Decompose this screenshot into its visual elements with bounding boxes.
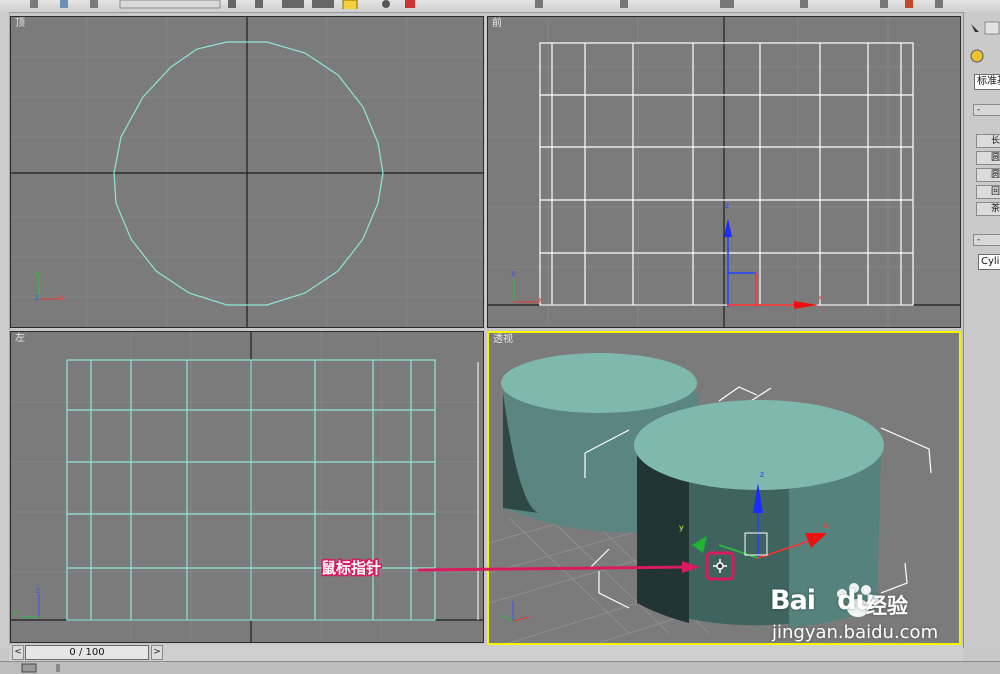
select-object-icon[interactable] [255, 0, 263, 8]
persp-gizmo-y-label: y [679, 523, 684, 532]
status-bar-icons [21, 663, 60, 673]
persp-gizmo-x-label: x [823, 521, 828, 530]
left-axis-tripod [21, 594, 40, 618]
front-view-canvas [488, 17, 960, 327]
command-panel: 标准基 - 长 圆 圆 回 茶 - Cylir [963, 12, 1000, 648]
top-axis-z-label: z [35, 293, 40, 302]
front-axis-tripod [513, 279, 540, 303]
name-color-rollout[interactable]: - [973, 234, 1000, 246]
viewport-front[interactable]: 前 z x z x [487, 16, 961, 328]
unlink-icon[interactable] [90, 0, 98, 8]
time-slider[interactable]: 0 / 100 [25, 645, 149, 660]
object-name-field[interactable]: Cylir [978, 254, 1000, 270]
front-gizmo-x-label: x [818, 293, 823, 302]
viewport-left[interactable]: 左 z y [10, 331, 484, 643]
viewport-label-perspective[interactable]: 透视 [493, 334, 513, 346]
left-axis-y-label: y [13, 608, 18, 617]
toolbar-icons [30, 0, 943, 9]
scale-tool-icon[interactable] [405, 0, 415, 8]
watermark-brand: Bai du [770, 585, 875, 616]
mouse-pointer-callout: 鼠标指针 [321, 559, 382, 577]
annotation-arrow [417, 561, 700, 573]
curve-editor-icon[interactable] [800, 0, 808, 8]
front-gizmo-z-label: z [725, 201, 730, 210]
mirror-icon[interactable] [535, 0, 543, 8]
top-axis-y-label: y [35, 269, 40, 278]
select-tool-icon[interactable] [30, 0, 38, 8]
front-axis-x-label: x [538, 295, 543, 304]
object-type-button-2[interactable]: 圆 [976, 151, 1000, 165]
top-view-canvas [11, 17, 483, 327]
viewport-label-left[interactable]: 左 [15, 333, 25, 345]
object-type-dropdown[interactable]: 标准基 [974, 74, 1000, 90]
rotate-tool-icon[interactable] [382, 0, 390, 8]
top-axis-x-label: x [59, 293, 64, 302]
left-cylinder-wireframe[interactable] [66, 359, 436, 621]
create-tab-icon[interactable] [967, 20, 1000, 36]
align-icon[interactable] [620, 0, 628, 8]
front-axis-z-label: z [511, 269, 516, 278]
time-next-button[interactable]: > [151, 645, 163, 660]
front-cylinder-wireframe[interactable] [539, 42, 914, 306]
region-select-icon[interactable] [282, 0, 304, 8]
selection-filter-dropdown[interactable] [119, 0, 221, 9]
link-icon[interactable] [60, 0, 68, 8]
front-move-gizmo[interactable] [724, 219, 818, 309]
left-view-canvas [11, 332, 483, 642]
object-type-button-1[interactable]: 长 [976, 134, 1000, 148]
top-axis-tripod [38, 275, 59, 300]
quick-render-icon[interactable] [935, 0, 943, 8]
time-prev-button[interactable]: < [12, 645, 24, 660]
geometry-category-icon[interactable] [967, 48, 1000, 64]
persp-gizmo-z-label: z [760, 470, 765, 479]
viewport-label-front[interactable]: 前 [492, 18, 502, 30]
object-type-button-5[interactable]: 茶 [976, 202, 1000, 216]
cursor-icon[interactable] [228, 0, 236, 8]
window-crossing-icon[interactable] [312, 0, 334, 8]
named-selection-icon[interactable] [720, 0, 734, 8]
status-bar [0, 661, 1000, 674]
viewport-label-top[interactable]: 顶 [15, 18, 25, 30]
object-type-rollout[interactable]: - [973, 104, 1000, 116]
object-type-button-4[interactable]: 回 [976, 185, 1000, 199]
viewport-top[interactable]: 顶 y z x [10, 16, 484, 328]
move-tool-icon[interactable] [342, 0, 358, 9]
watermark-cn: 经验 [866, 594, 908, 618]
left-edge-strip [0, 12, 10, 648]
object-type-button-3[interactable]: 圆 [976, 168, 1000, 182]
main-toolbar [0, 0, 1000, 13]
material-editor-icon[interactable] [880, 0, 888, 8]
left-grid [11, 332, 483, 642]
render-icon[interactable] [905, 0, 913, 8]
watermark-url: jingyan.baidu.com [772, 622, 939, 643]
left-axis-z-label: z [36, 586, 41, 595]
